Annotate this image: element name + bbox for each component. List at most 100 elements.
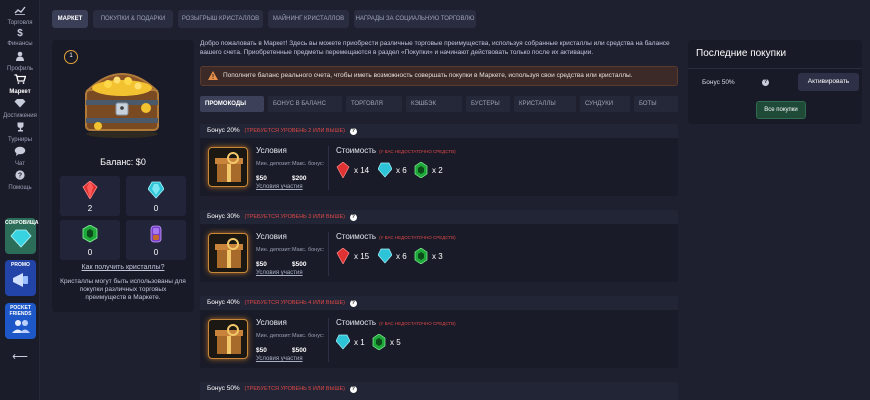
tab-cashback[interactable]: КЭШБЭК <box>406 96 462 112</box>
nav-label: Маркет <box>9 89 31 95</box>
purchase-item-name: Бонус 50% <box>702 79 735 86</box>
cost-quantity: x 5 <box>390 338 401 347</box>
terms-link[interactable]: Условия участия <box>256 356 303 362</box>
tab-chests[interactable]: СУНДУКИ <box>580 96 630 112</box>
recent-purchases-title: Последние покупки <box>696 48 787 59</box>
info-icon[interactable]: ? <box>349 386 357 393</box>
friends-icon <box>11 320 30 333</box>
cost-label: Стоимость <box>336 232 377 241</box>
green-crystal-icon <box>372 334 386 350</box>
conditions-title: Условия <box>256 146 287 155</box>
crystal-icon <box>9 229 32 248</box>
left-navigation: Торговля $ Финансы Профиль Маркет Достиж… <box>0 0 40 400</box>
terms-link[interactable]: Условия участия <box>256 184 303 190</box>
cost-label: Стоимость <box>336 318 377 327</box>
balance-text: Баланс: $0 <box>100 157 146 167</box>
promo-label: PROMO <box>11 262 30 268</box>
green-crystal-icon <box>414 248 428 264</box>
crystal-purple-cell: 0 <box>126 220 186 260</box>
conditions-title: Условия <box>256 232 287 241</box>
nav-item-achievements[interactable]: Достижения <box>0 98 40 119</box>
info-icon[interactable]: ? <box>349 214 357 221</box>
tab-trading[interactable]: ТОРГОВЛЯ <box>346 96 402 112</box>
divider <box>688 68 862 69</box>
terms-link[interactable]: Условия участия <box>256 270 303 276</box>
crystal-count: 0 <box>153 248 159 257</box>
offer-header: Бонус 40% (ТРЕБУЕТСЯ УРОВЕНЬ 4 ИЛИ ВЫШЕ)… <box>200 296 678 310</box>
tab-balance-bonus[interactable]: БОНУС В БАЛАНС <box>268 96 342 112</box>
help-icon[interactable]: ? <box>762 79 769 86</box>
divider <box>328 232 329 276</box>
cost-quantity: x 15 <box>354 252 370 261</box>
tab-bots[interactable]: БОТЫ <box>634 96 678 112</box>
svg-text:?: ? <box>18 173 22 180</box>
all-purchases-button[interactable]: Все покупки <box>756 101 806 119</box>
min-deposit-value: $50 <box>256 261 267 268</box>
red-crystal-icon <box>336 248 350 264</box>
max-bonus-value: $500 <box>292 347 307 354</box>
cost-quantity: x 3 <box>432 252 443 261</box>
megaphone-icon <box>12 273 28 287</box>
tab-crystals[interactable]: КРИСТАЛЛЫ <box>514 96 576 112</box>
collapse-arrow-icon[interactable]: ⟵ <box>0 350 40 363</box>
promo-friends-label: POCKET FRIENDS <box>9 305 32 317</box>
deposit-warning: Пополните баланс реального счета, чтобы … <box>200 66 678 86</box>
promo-pocket-friends[interactable]: POCKET FRIENDS <box>5 303 36 339</box>
min-deposit-value: $50 <box>256 347 267 354</box>
red-crystal-icon <box>336 162 350 178</box>
activate-button[interactable]: Активировать <box>798 73 859 91</box>
category-tabs: ПРОМОКОДЫ БОНУС В БАЛАНС ТОРГОВЛЯ КЭШБЭК… <box>200 96 678 112</box>
tab-social-trading-rewards[interactable]: НАГРАДЫ ЗА СОЦИАЛЬНУЮ ТОРГОВЛЮ <box>354 10 476 28</box>
purple-crystal-icon <box>150 225 162 243</box>
nav-item-market[interactable]: Маркет <box>0 74 40 95</box>
tab-market[interactable]: МАРКЕТ <box>52 10 88 28</box>
crystal-count: 2 <box>87 204 93 213</box>
help-icon: ? <box>0 170 40 184</box>
crystal-red-cell: 2 <box>60 176 120 216</box>
info-icon[interactable]: ? <box>349 300 357 307</box>
nav-label: Финансы <box>7 41 33 47</box>
green-crystal-icon <box>82 225 98 243</box>
gift-icon <box>208 233 248 273</box>
min-deposit-label: Мин. депозит: <box>256 247 292 253</box>
tab-promo-codes[interactable]: ПРОМОКОДЫ <box>200 96 264 112</box>
max-bonus-value: $500 <box>292 261 307 268</box>
min-deposit-label: Мин. депозит: <box>256 333 292 339</box>
nav-item-help[interactable]: ? Помощь <box>0 170 40 191</box>
tab-crystal-mining[interactable]: МАЙНИНГ КРИСТАЛЛОВ <box>268 10 349 28</box>
nav-item-chat[interactable]: Чат <box>0 146 40 167</box>
cost-quantity: x 6 <box>396 252 407 261</box>
insufficient-funds-note: (У ВАС НЕДОСТАТОЧНО СРЕДСТВ) <box>379 149 456 154</box>
offer-header: Бонус 20% (ТРЕБУЕТСЯ УРОВЕНЬ 2 ИЛИ ВЫШЕ)… <box>200 124 678 138</box>
tab-crystal-draw[interactable]: РОЗЫГРЫШ КРИСТАЛЛОВ <box>178 10 263 28</box>
offer-title: Бонус 40% <box>207 299 240 306</box>
min-deposit-value: $50 <box>256 175 267 182</box>
max-bonus-label: Макс. бонус: <box>292 161 325 167</box>
promo-banner[interactable]: PROMO <box>5 260 36 296</box>
nav-item-finance[interactable]: $ Финансы <box>0 28 40 47</box>
nav-item-trading[interactable]: Торговля <box>0 5 40 26</box>
promo-treasure[interactable]: СОКРОВИЩА <box>5 218 39 254</box>
info-icon[interactable]: ? <box>349 128 357 135</box>
tab-purchases-gifts[interactable]: ПОКУПКИ & ПОДАРКИ <box>93 10 173 28</box>
cart-icon <box>0 74 40 88</box>
offer-title: Бонус 50% <box>207 385 240 392</box>
nav-item-tournaments[interactable]: Турниры <box>0 122 40 143</box>
crystal-blue-cell: 0 <box>126 176 186 216</box>
crystal-count: 0 <box>87 248 93 257</box>
user-icon <box>0 51 40 65</box>
offer-requirement: (ТРЕБУЕТСЯ УРОВЕНЬ 5 ИЛИ ВЫШЕ) <box>244 386 346 392</box>
trophy-icon <box>0 122 40 136</box>
green-crystal-icon <box>414 162 428 178</box>
how-to-get-crystals-link[interactable]: Как получить кристаллы? <box>52 264 194 271</box>
chart-line-icon <box>0 5 40 19</box>
cost-quantity: x 6 <box>396 166 407 175</box>
blue-crystal-icon <box>148 181 164 199</box>
tab-boosters[interactable]: БУСТЕРЫ <box>466 96 510 112</box>
warning-icon <box>208 71 218 80</box>
promo-treasure-label: СОКРОВИЩА <box>5 220 39 226</box>
nav-item-profile[interactable]: Профиль <box>0 51 40 72</box>
crystal-count: 0 <box>153 204 159 213</box>
cost-quantity: x 14 <box>354 166 370 175</box>
cost-title: Стоимость (У ВАС НЕДОСТАТОЧНО СРЕДСТВ) <box>336 232 456 241</box>
